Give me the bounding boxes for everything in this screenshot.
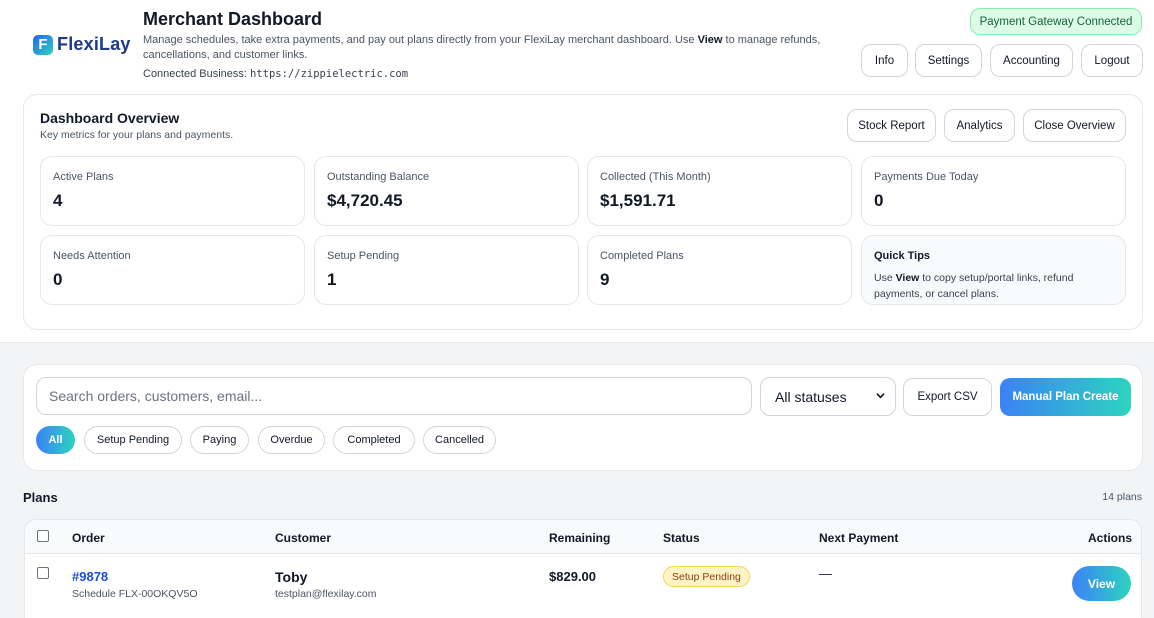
quick-tips-title: Quick Tips — [874, 250, 931, 262]
order-schedule: Schedule FLX-00OKQV5O — [72, 588, 198, 600]
info-button[interactable]: Info — [861, 44, 908, 77]
column-header-order[interactable]: Order — [72, 531, 105, 545]
customer-email: testplan@flexilay.com — [275, 588, 377, 600]
metric-value: 4 — [53, 191, 63, 210]
quick-tips-body: Use View to copy setup/portal links, ref… — [874, 270, 1114, 302]
metric-label: Active Plans — [53, 171, 114, 183]
metric-value: $1,591.71 — [600, 191, 676, 210]
filter-card: All statuses Export CSV Manual Plan Crea… — [23, 364, 1143, 471]
filter-chip-completed[interactable]: Completed — [333, 426, 415, 454]
column-header-remaining[interactable]: Remaining — [549, 531, 610, 545]
metric-label: Outstanding Balance — [327, 171, 430, 183]
metric-value: 9 — [600, 270, 610, 289]
next-payment: — — [819, 566, 832, 581]
stock-report-button[interactable]: Stock Report — [847, 109, 936, 142]
connected-label: Connected Business: — [143, 68, 251, 80]
overview-subtitle: Key metrics for your plans and payments. — [40, 129, 234, 141]
metric-outstanding-balance: Outstanding Balance $4,720.45 — [314, 156, 579, 226]
metric-value: 0 — [874, 191, 884, 210]
dashboard-overview-card: Dashboard Overview Key metrics for your … — [23, 94, 1143, 330]
metric-value: $4,720.45 — [327, 191, 403, 210]
plans-title: Plans — [23, 490, 58, 505]
filter-chip-cancelled[interactable]: Cancelled — [423, 426, 496, 454]
filter-chip-all[interactable]: All — [36, 426, 75, 454]
accounting-button[interactable]: Accounting — [990, 44, 1073, 77]
logo-text: FlexiLay — [57, 34, 131, 54]
analytics-button[interactable]: Analytics — [944, 109, 1015, 142]
quick-tips-card: Quick Tips Use View to copy setup/portal… — [861, 235, 1126, 305]
page-title: Merchant Dashboard — [143, 9, 323, 29]
metric-label: Collected (This Month) — [600, 171, 711, 183]
metric-completed-plans: Completed Plans 9 — [587, 235, 852, 305]
metric-label: Needs Attention — [53, 250, 131, 262]
settings-button[interactable]: Settings — [915, 44, 982, 77]
customer-name: Toby — [275, 569, 308, 585]
remaining-amount: $829.00 — [549, 569, 596, 584]
close-overview-button[interactable]: Close Overview — [1023, 109, 1126, 142]
desc-text-bold: View — [697, 34, 723, 46]
plans-table: Order Customer Remaining Status Next Pay… — [24, 519, 1142, 618]
overview-title: Dashboard Overview — [40, 110, 180, 126]
metric-needs-attention: Needs Attention 0 — [40, 235, 305, 305]
plans-count: 14 plans — [1102, 491, 1142, 503]
gateway-status-badge: Payment Gateway Connected — [970, 8, 1142, 35]
column-header-status[interactable]: Status — [663, 531, 700, 545]
status-badge: Setup Pending — [663, 566, 750, 587]
manual-plan-create-button[interactable]: Manual Plan Create — [1000, 378, 1131, 416]
metric-active-plans: Active Plans 4 — [40, 156, 305, 226]
select-all-checkbox[interactable] — [37, 530, 49, 542]
column-header-customer[interactable]: Customer — [275, 531, 331, 545]
metric-label: Payments Due Today — [874, 171, 979, 183]
connected-url: https://zippielectric.com — [250, 68, 409, 80]
metric-label: Completed Plans — [600, 250, 684, 262]
table-header: Order Customer Remaining Status Next Pay… — [25, 520, 1141, 554]
metric-payments-due-today: Payments Due Today 0 — [861, 156, 1126, 226]
logout-button[interactable]: Logout — [1081, 44, 1143, 77]
order-link[interactable]: #9878 — [72, 569, 108, 584]
logo-icon: F — [33, 34, 53, 55]
metric-label: Setup Pending — [327, 250, 400, 262]
row-checkbox[interactable] — [37, 567, 49, 579]
filter-chip-paying[interactable]: Paying — [190, 426, 249, 454]
header-title-block: Merchant Dashboard Manage schedules, tak… — [143, 9, 843, 80]
chevron-down-icon — [876, 393, 885, 399]
tips-text-bold: View — [895, 272, 920, 284]
filter-chip-overdue[interactable]: Overdue — [258, 426, 325, 454]
metric-collected-month: Collected (This Month) $1,591.71 — [587, 156, 852, 226]
status-select[interactable]: All statuses — [760, 377, 896, 416]
flexilay-logo[interactable]: F FlexiLay — [33, 34, 131, 55]
filter-chip-setup-pending[interactable]: Setup Pending — [84, 426, 182, 454]
tips-text-1: Use — [874, 272, 896, 284]
desc-text-1: Manage schedules, take extra payments, a… — [143, 34, 698, 46]
column-header-next-payment[interactable]: Next Payment — [819, 531, 898, 545]
connected-business: Connected Business: https://zippielectri… — [143, 68, 843, 80]
export-csv-button[interactable]: Export CSV — [903, 378, 992, 416]
status-select-value: All statuses — [775, 388, 847, 405]
view-button[interactable]: View — [1072, 566, 1131, 601]
table-row: #9878 Schedule FLX-00OKQV5O Toby testpla… — [25, 555, 1141, 613]
page-description: Manage schedules, take extra payments, a… — [143, 33, 833, 63]
top-area: F FlexiLay Merchant Dashboard Manage sch… — [0, 0, 1154, 343]
metric-value: 1 — [327, 270, 337, 289]
column-header-actions: Actions — [1088, 531, 1133, 545]
search-input[interactable] — [36, 377, 752, 415]
metric-setup-pending: Setup Pending 1 — [314, 235, 579, 305]
metric-value: 0 — [53, 270, 63, 289]
